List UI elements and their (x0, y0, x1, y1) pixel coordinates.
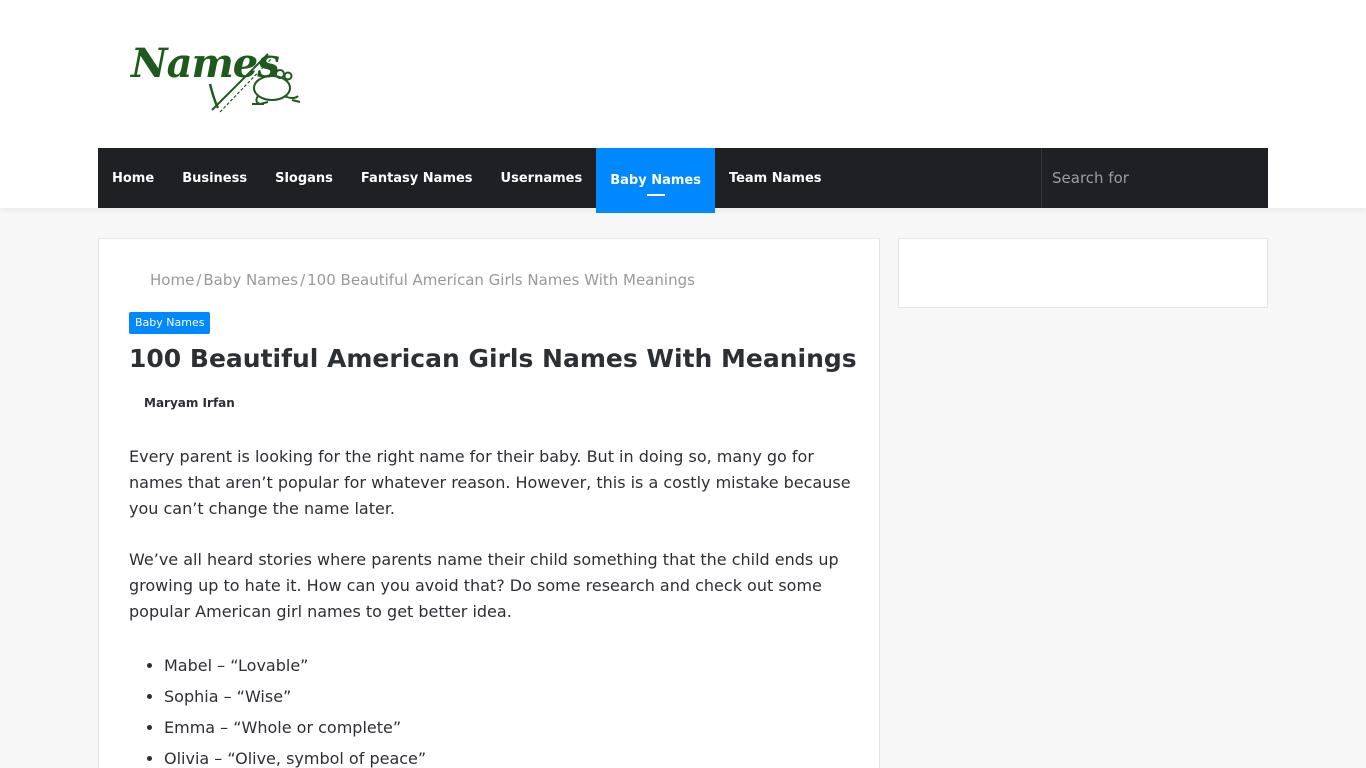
nav-item-team-names[interactable]: Team Names (715, 148, 836, 208)
site-header: Names Home Business Slogans Fantasy Name… (0, 0, 1366, 213)
active-indicator (646, 194, 665, 196)
list-item: Emma – “Whole or complete” (164, 712, 851, 743)
nav-item-business[interactable]: Business (168, 148, 261, 208)
sidebar-widget (898, 238, 1268, 308)
list-item: Olivia – “Olive, symbol of peace” (164, 743, 851, 768)
breadcrumb-home-link[interactable]: Home (150, 271, 194, 289)
nav-item-label: Slogans (275, 170, 333, 186)
category-badge[interactable]: Baby Names (129, 312, 211, 334)
paragraph: We’ve all heard stories where parents na… (129, 550, 839, 621)
breadcrumb: Home / Baby Names/100 Beautiful American G… (150, 271, 695, 289)
author-link[interactable]: Maryam Irfan (144, 396, 235, 410)
nav-item-usernames[interactable]: Usernames (487, 148, 597, 208)
nav-item-baby-names[interactable]: Baby Names (596, 148, 715, 213)
paragraph: Every parent is looking for the right na… (129, 447, 851, 518)
nav-item-slogans[interactable]: Slogans (261, 148, 347, 208)
breadcrumb-current: 100 Beautiful American Girls Names With … (307, 271, 695, 289)
site-logo[interactable]: Names (128, 38, 304, 114)
post-title: 100 Beautiful American Girls Names With … (129, 344, 857, 373)
nav-item-fantasy-names[interactable]: Fantasy Names (347, 148, 487, 208)
frog-logo-icon (208, 53, 301, 113)
main-navigation: Home Business Slogans Fantasy Names User… (98, 148, 1268, 213)
post-content: Every parent is looking for the right na… (129, 444, 851, 768)
article-container: Home / Baby Names/100 Beautiful American G… (98, 238, 880, 768)
nav-item-label: Baby Names (610, 173, 701, 188)
nav-item-label: Business (182, 170, 248, 186)
nav-item-label: Team Names (728, 170, 822, 186)
breadcrumb-separator: / (196, 271, 202, 289)
nav-item-home[interactable]: Home (98, 148, 168, 208)
list-item: Sophia – “Wise” (164, 681, 851, 712)
breadcrumb-separator: / (300, 271, 306, 289)
nav-item-label: Usernames (500, 170, 583, 186)
search-box (1041, 148, 1268, 208)
nav-item-label: Home (112, 170, 155, 186)
breadcrumb-category-link[interactable]: Baby Names (203, 271, 298, 289)
list-item: Mabel – “Lovable” (164, 650, 851, 681)
nav-item-label: Fantasy Names (360, 170, 473, 186)
search-input[interactable] (1042, 148, 1268, 208)
names-list: Mabel – “Lovable” Sophia – “Wise” Emma –… (164, 650, 851, 768)
